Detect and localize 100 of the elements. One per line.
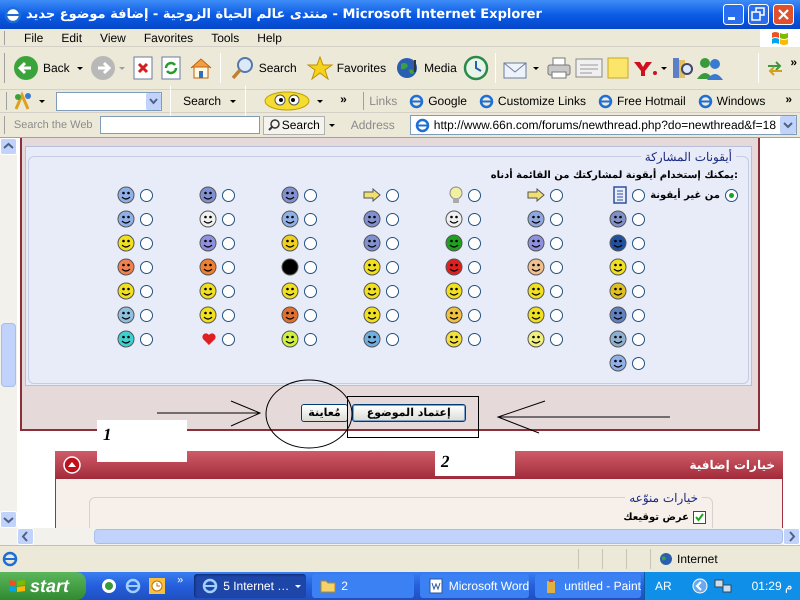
radio-button[interactable]: [386, 236, 399, 250]
radio-button[interactable]: [632, 188, 645, 202]
radio-button[interactable]: [632, 332, 645, 346]
radio-button[interactable]: [386, 260, 399, 274]
radio-button[interactable]: [632, 260, 645, 274]
close-button[interactable]: [773, 4, 794, 25]
link-button[interactable]: Windows: [694, 92, 770, 110]
radio-button[interactable]: [222, 236, 235, 250]
favorites-button[interactable]: Favorites: [302, 51, 390, 85]
menu-item[interactable]: Help: [248, 28, 291, 46]
browser-icon[interactable]: [124, 577, 142, 595]
radio-button[interactable]: [222, 260, 235, 274]
radio-button[interactable]: [468, 284, 481, 298]
radio-button[interactable]: [222, 308, 235, 322]
tray-expand-icon[interactable]: [692, 578, 708, 594]
toolbar-chevron[interactable]: »: [328, 90, 359, 108]
menu-item[interactable]: Favorites: [134, 28, 202, 46]
radio-button[interactable]: [550, 236, 563, 250]
radio-button[interactable]: [222, 284, 235, 298]
menu-item[interactable]: Tools: [202, 28, 248, 46]
caret-icon[interactable]: [316, 98, 324, 104]
minimize-button[interactable]: [723, 4, 744, 25]
radio-button[interactable]: [386, 284, 399, 298]
scroll-left-icon[interactable]: [17, 528, 34, 545]
refresh-icon[interactable]: [160, 56, 182, 80]
radio-button[interactable]: [550, 188, 563, 202]
search-button[interactable]: Search: [226, 51, 301, 85]
radio-button[interactable]: [725, 188, 738, 202]
radio-button[interactable]: [468, 260, 481, 274]
link-button[interactable]: Customize Links: [474, 92, 590, 110]
menu-item[interactable]: Edit: [52, 28, 92, 46]
radio-button[interactable]: [140, 236, 153, 250]
link-button[interactable]: Google: [405, 92, 471, 110]
radio-button[interactable]: [222, 188, 235, 202]
caret-icon[interactable]: [229, 98, 238, 104]
restore-button[interactable]: [748, 4, 769, 25]
caret-icon[interactable]: [660, 64, 668, 72]
radio-button[interactable]: [304, 212, 317, 226]
taskbar-button[interactable]: untitled - Paint: [535, 574, 641, 598]
radio-button[interactable]: [304, 332, 317, 346]
radio-button[interactable]: [140, 188, 153, 202]
taskbar-button[interactable]: 2: [312, 574, 414, 598]
stop-icon[interactable]: [132, 56, 154, 80]
scroll-up-icon[interactable]: [0, 138, 17, 155]
radio-button[interactable]: [550, 308, 563, 322]
horizontal-scrollbar[interactable]: [0, 528, 800, 545]
radio-button[interactable]: [222, 332, 235, 346]
radio-button[interactable]: [140, 212, 153, 226]
search-button[interactable]: Search: [262, 116, 325, 134]
links-chevron[interactable]: »: [777, 90, 800, 108]
taskbar-button[interactable]: 5 Internet …: [194, 574, 306, 598]
radio-button[interactable]: [140, 260, 153, 274]
radio-button[interactable]: [304, 284, 317, 298]
radio-button[interactable]: [304, 188, 317, 202]
smiley-toolbar-icon[interactable]: [262, 91, 312, 111]
network-icon[interactable]: [714, 578, 732, 594]
caret-icon[interactable]: [328, 122, 336, 128]
radio-button[interactable]: [468, 236, 481, 250]
scrollbar-thumb[interactable]: [94, 529, 783, 544]
scroll-right-icon[interactable]: [783, 528, 800, 545]
collapse-icon[interactable]: [63, 456, 81, 474]
radio-button[interactable]: [550, 284, 563, 298]
vertical-scrollbar[interactable]: [0, 138, 17, 528]
radio-button[interactable]: [468, 188, 481, 202]
scrollbar-thumb[interactable]: [1, 323, 16, 387]
radio-button[interactable]: [468, 332, 481, 346]
quick-launch-chevron[interactable]: »: [169, 572, 192, 588]
radio-button[interactable]: [468, 308, 481, 322]
clock-icon[interactable]: [148, 577, 166, 595]
radio-button[interactable]: [386, 212, 399, 226]
radio-button[interactable]: [632, 356, 645, 370]
scroll-down-icon[interactable]: [0, 511, 17, 528]
quick-launch-icon[interactable]: [100, 577, 118, 595]
menu-item[interactable]: View: [91, 28, 135, 46]
history-icon[interactable]: [462, 55, 489, 81]
radio-button[interactable]: [550, 212, 563, 226]
menu-item[interactable]: File: [15, 28, 52, 46]
address-field[interactable]: http://www.66n.com/forums/newthread.php?do=newthread&f=18: [410, 115, 797, 135]
back-button[interactable]: Back: [9, 51, 74, 85]
radio-button[interactable]: [140, 308, 153, 322]
radio-button[interactable]: [304, 236, 317, 250]
preview-button[interactable]: مُعاينة: [301, 404, 348, 422]
toolbar-chevron[interactable]: »: [787, 47, 800, 71]
search-field[interactable]: [100, 116, 260, 134]
caret-icon[interactable]: [38, 98, 46, 104]
edit-icon[interactable]: [574, 56, 604, 80]
radio-button[interactable]: [386, 188, 399, 202]
taskbar-button[interactable]: Microsoft Word: [420, 574, 530, 598]
radio-button[interactable]: [550, 332, 563, 346]
search-button[interactable]: Search: [179, 92, 226, 110]
link-button[interactable]: Free Hotmail: [594, 92, 690, 110]
radio-button[interactable]: [304, 308, 317, 322]
radio-button[interactable]: [222, 212, 235, 226]
radio-button[interactable]: [550, 260, 563, 274]
radio-button[interactable]: [386, 308, 399, 322]
submit-button[interactable]: إعتماد الموضوع: [352, 404, 466, 422]
caret-icon[interactable]: [76, 64, 84, 72]
checkbox[interactable]: [693, 511, 706, 524]
radio-button[interactable]: [140, 332, 153, 346]
print-icon[interactable]: [546, 56, 572, 80]
